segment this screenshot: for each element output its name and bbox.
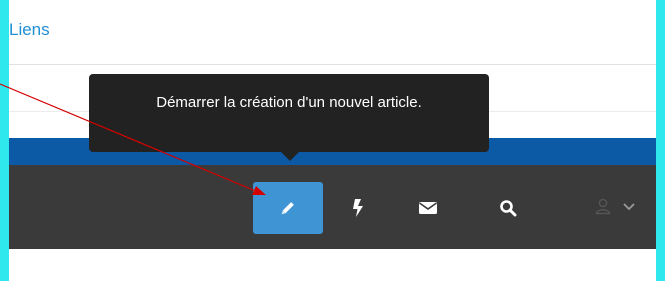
annotation-arrow: [0, 83, 266, 195]
